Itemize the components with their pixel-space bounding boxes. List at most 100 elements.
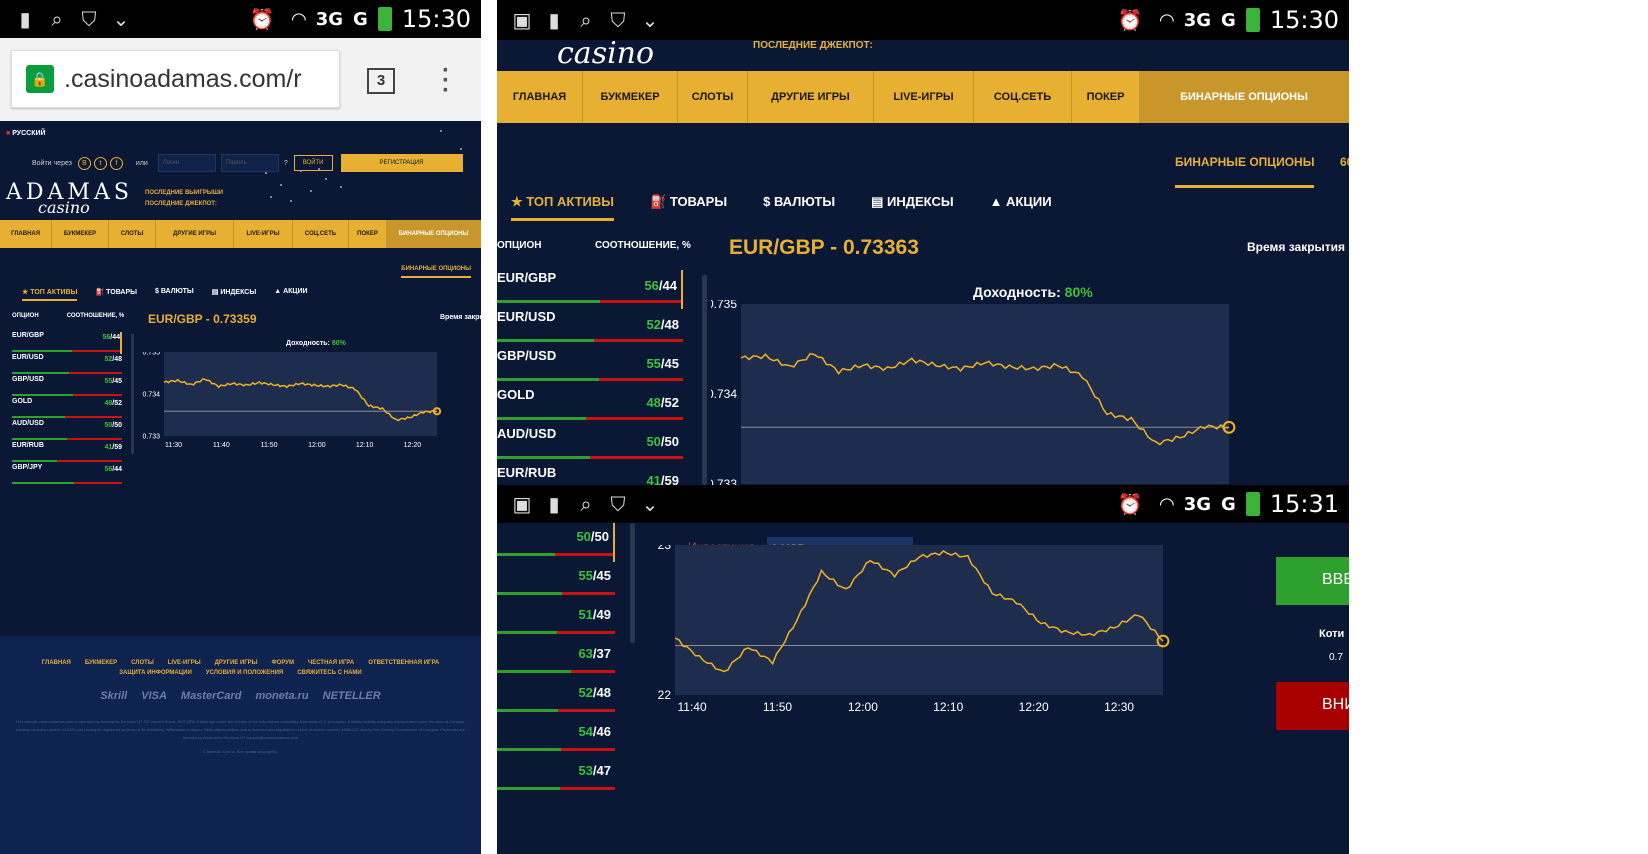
pair-ratio: 55/45: [578, 568, 611, 583]
ratio-bar: [497, 670, 615, 673]
nav-other-games[interactable]: ДРУГИЕ ИГРЫ: [156, 220, 234, 248]
nav-bookmaker[interactable]: БУКМЕКЕР: [583, 71, 678, 123]
star-decoration: [290, 200, 292, 202]
pair-row[interactable]: GOLD 48/52: [497, 387, 683, 426]
pair-row[interactable]: 50/50: [497, 523, 615, 562]
tab-stocks[interactable]: ▲ АКЦИИ: [990, 194, 1052, 221]
register-button[interactable]: РЕГИСТРАЦИЯ: [340, 154, 463, 172]
pair-row[interactable]: EUR/USD 52/48: [497, 309, 683, 348]
pair-row[interactable]: 52/48: [497, 679, 615, 718]
footer-link[interactable]: ЧЕСТНАЯ ИГРА: [308, 660, 354, 666]
footer-link[interactable]: ОТВЕТСТВЕННАЯ ИГРА: [368, 660, 439, 666]
footer-link[interactable]: УСЛОВИЯ И ПОЛОЖЕНИЯ: [206, 670, 283, 676]
footer-link[interactable]: ДРУГИЕ ИГРЫ: [215, 660, 258, 666]
facebook-icon[interactable]: f: [109, 156, 123, 170]
nav-social[interactable]: СОЦ.СЕТЬ: [974, 71, 1072, 123]
nav-live-games[interactable]: LIVE-ИГРЫ: [234, 220, 293, 248]
call-button[interactable]: ВВЕ: [1276, 557, 1349, 605]
nav-live-games[interactable]: LIVE-ИГРЫ: [874, 71, 974, 123]
pair-list: EUR/GBP 56/44 EUR/USD 52/48 GBP/USD 55/45 GOLD…: [497, 270, 683, 485]
footer-link[interactable]: ФОРУМ: [272, 660, 294, 666]
login-input[interactable]: Логин: [157, 154, 216, 172]
nav-binary-options[interactable]: БИНАРНЫЕ ОПЦИОНЫ: [1140, 71, 1349, 123]
nav-slots[interactable]: СЛОТЫ: [109, 220, 156, 248]
tab-indexes[interactable]: ▤ ИНДЕКСЫ: [212, 288, 256, 301]
subnav-binary-options[interactable]: БИНАРНЫЕ ОПЦИОНЫ: [1175, 155, 1315, 188]
password-input[interactable]: Пароль: [220, 154, 279, 172]
pair-ratio: 52/48: [646, 317, 679, 332]
footer-link[interactable]: СЛОТЫ: [131, 660, 154, 666]
pair-name: AUD/USD: [12, 420, 44, 427]
tab-top-assets[interactable]: ★ ТОП АКТИВЫ: [22, 288, 78, 301]
ratio-bar: [12, 372, 122, 374]
nav-social[interactable]: СОЦ.СЕТЬ: [293, 220, 349, 248]
pair-row[interactable]: AUD/USD 50/50: [12, 420, 122, 442]
footer-link[interactable]: ГЛАВНАЯ: [42, 660, 71, 666]
payment-logo: NETELLER: [322, 690, 381, 702]
footer-link[interactable]: LIVE-ИГРЫ: [168, 660, 201, 666]
pair-name: GBP/JPY: [12, 464, 43, 471]
scrollbar[interactable]: [131, 334, 134, 454]
close-time-label: Время закрытия: [1247, 240, 1346, 254]
pair-row[interactable]: EUR/RUB 41/59: [12, 442, 122, 464]
tab-switcher-button[interactable]: 3: [367, 68, 395, 94]
main-nav: ГЛАВНАЯ БУКМЕКЕР СЛОТЫ ДРУГИЕ ИГРЫ LIVE-…: [0, 220, 481, 248]
pair-row[interactable]: 51/49: [497, 601, 615, 640]
winners-ticker: ПОСЛЕДНИЕ ВЫИГРЫШИ ПОСЛЕДНИЕ ДЖЕКПОТ:: [145, 190, 224, 207]
pair-row[interactable]: 63/37: [497, 640, 615, 679]
footer-link[interactable]: БУКМЕКЕР: [85, 660, 117, 666]
pair-row[interactable]: 54/46: [497, 718, 615, 757]
x-tick-label: 12:30: [1104, 700, 1134, 714]
pair-row[interactable]: GBP/USD 55/45: [12, 376, 122, 398]
nav-poker[interactable]: ПОКЕР: [349, 220, 387, 248]
put-button[interactable]: ВНИ: [1276, 682, 1349, 730]
sim-icon: ▮: [19, 7, 31, 31]
scrollbar[interactable]: [702, 275, 707, 485]
pair-row[interactable]: AUD/USD 50/50: [497, 426, 683, 465]
nav-home[interactable]: ГЛАВНАЯ: [497, 71, 583, 123]
pair-row[interactable]: GBP/USD 55/45: [497, 348, 683, 387]
language-selector[interactable]: ■ РУССКИЙ: [6, 130, 46, 137]
address-bar[interactable]: 🔒 .casinoadamas.com/r: [11, 50, 340, 108]
pair-row[interactable]: 55/45: [497, 562, 615, 601]
status-bar: ▣ ▮ ⌕ ⛉ ⌄ ⏰ ◠ 3G G 15:31: [497, 485, 1349, 523]
nav-slots[interactable]: СЛОТЫ: [678, 71, 748, 123]
subnav-60[interactable]: 60: [1340, 155, 1349, 169]
star-decoration: [318, 168, 320, 170]
pair-row[interactable]: GOLD 48/52: [12, 398, 122, 420]
login-button[interactable]: ВОЙТИ: [293, 155, 333, 171]
tab-commodities[interactable]: ⛽ ТОВАРЫ: [650, 194, 727, 221]
overflow-menu-icon[interactable]: · · ·: [442, 59, 450, 103]
pair-row[interactable]: EUR/USD 52/48: [12, 354, 122, 376]
subnav-binary-options[interactable]: БИНАРНЫЕ ОПЦИОНЫ: [401, 266, 471, 278]
nav-binary-options[interactable]: БИНАРНЫЕ ОПЦИОНЫ: [387, 220, 481, 248]
tab-indexes[interactable]: ▤ ИНДЕКСЫ: [871, 194, 953, 221]
nav-poker[interactable]: ПОКЕР: [1072, 71, 1140, 123]
footer-links: ГЛАВНАЯ БУКМЕКЕР СЛОТЫ LIVE-ИГРЫ ДРУГИЕ ИГРЫ…: [0, 636, 481, 676]
status-bar: ▣ ▮ ⌕ ⛉ ⌄ ⏰ ◠ 3G G 15:30: [497, 0, 1349, 40]
tab-commodities[interactable]: ⛽ ТОВАРЫ: [95, 288, 137, 301]
nav-bookmaker[interactable]: БУКМЕКЕР: [52, 220, 109, 248]
nav-home[interactable]: ГЛАВНАЯ: [0, 220, 52, 248]
pair-row[interactable]: 53/47: [497, 757, 615, 796]
browser-toolbar: 🔒 .casinoadamas.com/r 3 · · ·: [0, 38, 481, 121]
vk-icon[interactable]: B: [77, 156, 91, 170]
help-icon[interactable]: ?: [284, 160, 288, 167]
pair-row[interactable]: EUR/GBP 56/44: [12, 332, 122, 354]
tab-currencies[interactable]: $ ВАЛЮТЫ: [155, 288, 194, 301]
pair-ratio: 52/48: [104, 356, 122, 363]
tab-top-assets[interactable]: ★ ТОП АКТИВЫ: [511, 194, 615, 221]
star-decoration: [325, 178, 327, 180]
scrollbar[interactable]: [630, 523, 635, 643]
twitter-icon[interactable]: t: [93, 156, 107, 170]
footer-link[interactable]: ЗАЩИТА ИНФОРМАЦИИ: [119, 670, 192, 676]
pair-row[interactable]: EUR/GBP 56/44: [497, 270, 683, 309]
pair-row[interactable]: GBP/JPY 56/44: [12, 464, 122, 486]
footer-link[interactable]: СВЯЖИТЕСЬ С НАМИ: [297, 670, 362, 676]
nav-other-games[interactable]: ДРУГИЕ ИГРЫ: [748, 71, 874, 123]
pair-row[interactable]: EUR/RUB 41/59: [497, 465, 683, 485]
tab-stocks[interactable]: ▲ АКЦИИ: [274, 288, 307, 301]
pair-name: GBP/USD: [497, 348, 557, 363]
pair-name: EUR/GBP: [12, 332, 44, 339]
tab-currencies[interactable]: $ ВАЛЮТЫ: [763, 194, 835, 221]
